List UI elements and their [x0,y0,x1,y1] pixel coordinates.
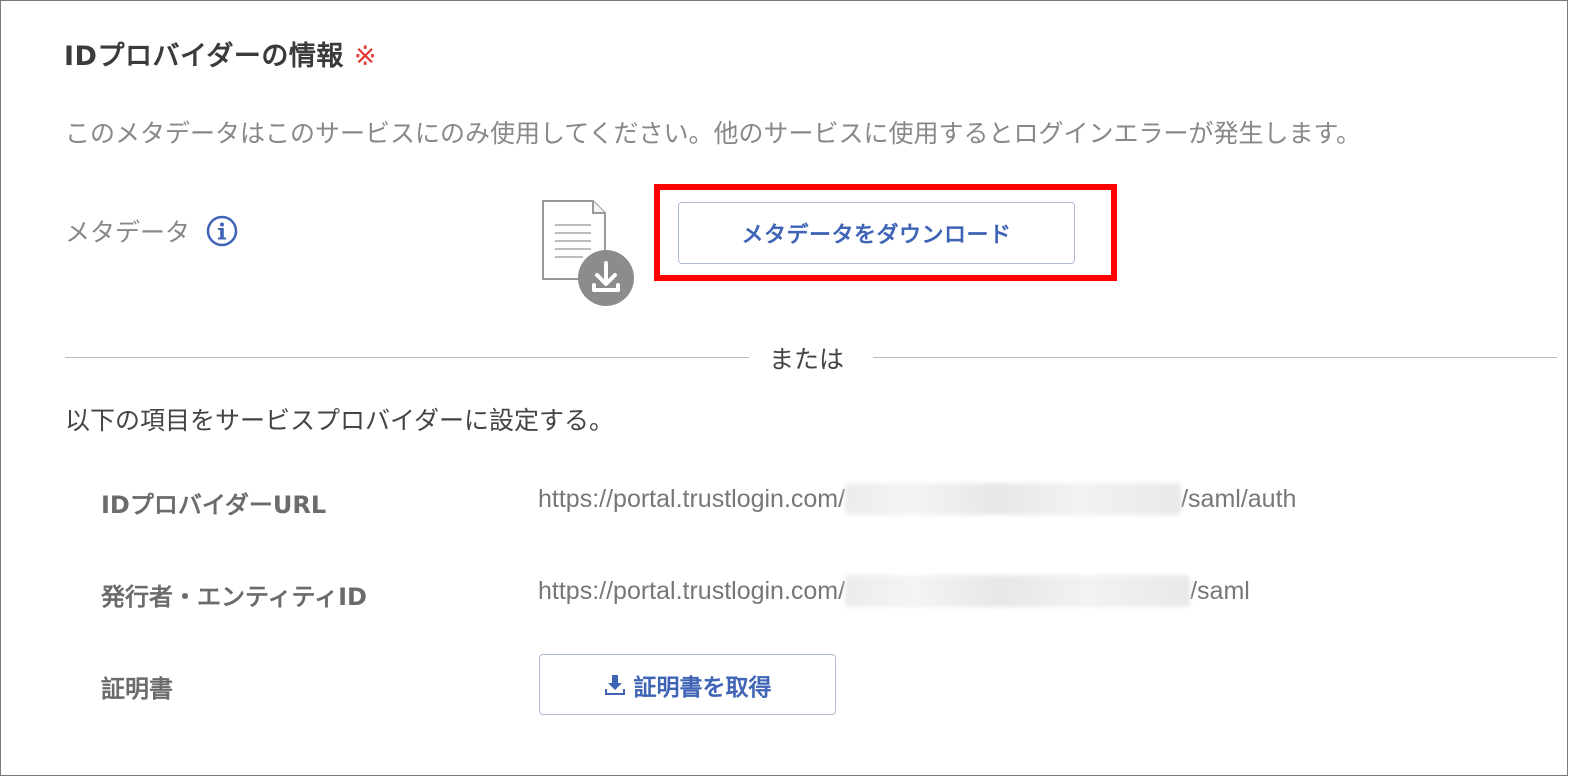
get-certificate-button[interactable]: 証明書を取得 [539,654,836,715]
redacted-tenant-id [845,575,1191,607]
entity-id-suffix: /saml [1190,576,1250,605]
document-download-icon [537,197,637,307]
idp-url-label: IDプロバイダーURL [101,491,327,519]
entity-id-label: 発行者・エンティティID [101,583,367,611]
download-icon [604,674,625,695]
required-mark: ※ [353,41,378,72]
idp-url-prefix: https://portal.trustlogin.com/ [538,484,846,513]
get-certificate-label: 証明書を取得 [633,673,772,700]
divider-line-left [65,357,749,358]
idp-info-panel: IDプロバイダーの情報 ※ このメタデータはこのサービスにのみ使用してください。他… [0,0,1568,776]
entity-id-value[interactable]: https://portal.trustlogin.com/ /saml [538,575,1250,607]
divider-line-right [873,357,1557,358]
download-metadata-button[interactable]: メタデータをダウンロード [678,202,1075,264]
certificate-label: 証明書 [101,675,173,703]
divider-text: または [769,345,845,374]
metadata-row-label: メタデータ [65,213,238,249]
section-title: IDプロバイダーの情報 ※ [64,34,377,73]
section-title-text: IDプロバイダーの情報 [64,41,344,72]
instructions-text: 以下の項目をサービスプロバイダーに設定する。 [65,406,615,435]
info-circle-icon[interactable] [206,215,238,247]
usage-notice: このメタデータはこのサービスにのみ使用してください。他のサービスに使用するとログ… [65,119,1362,148]
metadata-label: メタデータ [65,218,191,247]
entity-id-prefix: https://portal.trustlogin.com/ [538,576,846,605]
idp-url-value[interactable]: https://portal.trustlogin.com/ /saml/aut… [538,483,1296,515]
idp-url-suffix: /saml/auth [1181,484,1297,513]
redacted-tenant-id [845,483,1182,515]
